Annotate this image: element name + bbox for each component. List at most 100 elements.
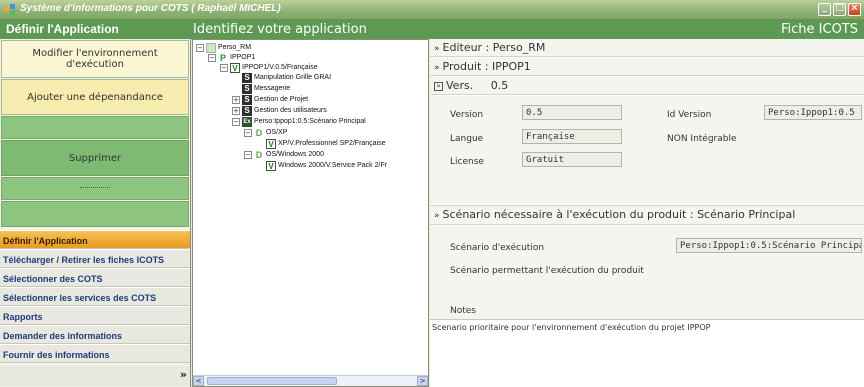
tree-node-label: Perso:Ippop1:0.5:Scénario Principal	[254, 118, 366, 125]
title-bar[interactable]: Système d'informations pour COTS ( Rapha…	[0, 0, 864, 20]
license-field[interactable]: Gratuit	[522, 152, 622, 167]
version-label: Version	[450, 110, 484, 120]
tree-node[interactable]: S Manipulation Grille GRAI	[242, 72, 331, 83]
tree-node-label: OS/Windows 2000	[266, 151, 324, 158]
tree-node-label: IPPOP1	[230, 54, 256, 61]
collapse-icon[interactable]: −	[208, 53, 216, 62]
version-icon: V	[266, 160, 276, 171]
service-icon: S	[242, 83, 252, 94]
expand-icon[interactable]: +	[232, 106, 240, 115]
detail-panel: » Editeur : Perso_RM » Produit : IPPOP1 » V…	[430, 39, 864, 387]
nav-item-define-application[interactable]: Définir l'Application	[0, 230, 190, 249]
dependency-icon: D	[255, 127, 263, 138]
nav-item-provide-info[interactable]: Fournir des informations	[0, 344, 190, 363]
delete-button[interactable]: Supprimer	[1, 140, 189, 176]
scroll-thumb[interactable]	[207, 377, 337, 385]
collapse-icon[interactable]: −	[244, 128, 252, 137]
product-label: Produit : IPPOP1	[442, 60, 531, 73]
scroll-right-icon[interactable]: >	[417, 376, 428, 386]
scenario-exec-label: Scénario d'exécution	[450, 243, 545, 253]
action-slot-empty-1	[1, 116, 189, 139]
scroll-left-icon[interactable]: <	[193, 376, 204, 386]
nav-item-select-services[interactable]: Sélectionner les services des COTS	[0, 287, 190, 306]
application-tree[interactable]: − Perso_RM − P IPPOP1 − V IPPOP1/V.0.5/F…	[192, 39, 429, 387]
scenario-bar-label: Scénario nécessaire à l'exécution du pro…	[442, 208, 796, 221]
tree-node-label: XP/V.Professionnel SP2/Française	[278, 140, 386, 147]
editor-section-bar[interactable]: » Editeur : Perso_RM	[430, 39, 864, 57]
nav-label: Sélectionner les services des COTS	[3, 293, 157, 303]
version-bar-value: 0.5	[490, 79, 509, 92]
version-field[interactable]: 0.5	[522, 105, 622, 120]
maximize-button[interactable]: □	[833, 3, 846, 16]
tree-node[interactable]: − Ex Perso:Ippop1:0.5:Scénario Principal	[232, 116, 366, 127]
tree-node[interactable]: S Messagerie	[242, 83, 290, 94]
tree-node[interactable]: + S Gestion des utilisateurs	[232, 105, 327, 116]
nav-label: Fournir des informations	[3, 350, 110, 360]
scenario-exec-field[interactable]: Perso:Ippop1:0.5:Scénario Principal	[676, 238, 862, 253]
notes-label: Notes	[450, 306, 476, 316]
delete-label: Supprimer	[68, 152, 122, 164]
collapse-icon[interactable]: −	[244, 150, 252, 159]
splitter-grip[interactable]	[80, 187, 110, 190]
card-title: Fiche ICOTS	[781, 22, 858, 37]
integrable-status: NON Intégrable	[667, 134, 737, 144]
minimize-button[interactable]: _	[818, 3, 831, 16]
nav-overflow-button[interactable]: »	[0, 366, 190, 386]
close-button[interactable]: ×	[848, 3, 861, 16]
scenario-section-bar[interactable]: » Scénario nécessaire à l'exécution du pr…	[430, 205, 864, 225]
scenario-fields: Scénario d'exécution Perso:Ippop1:0.5:Sc…	[430, 226, 864, 319]
scenario-allow-label: Scénario permettant l'exécution du produ…	[450, 266, 644, 276]
section-title: Définir l'Application	[6, 22, 119, 36]
close-icon: ×	[850, 3, 859, 13]
version-section-bar[interactable]: » Vers. 0.5	[430, 77, 864, 95]
expand-box-icon: »	[434, 82, 443, 91]
collapse-icon[interactable]: −	[232, 117, 240, 126]
folder-icon	[206, 42, 216, 53]
add-dependency-button[interactable]: Ajouter une dépenandance	[1, 79, 189, 115]
nav-label: Sélectionner des COTS	[3, 274, 103, 284]
nav-item-reports[interactable]: Rapports	[0, 306, 190, 325]
langue-field[interactable]: Française	[522, 129, 622, 144]
nav-item-download-icots[interactable]: Télécharger / Retirer les fiches ICOTS	[0, 249, 190, 268]
minimize-icon: _	[822, 3, 827, 13]
product-icon: P	[219, 52, 226, 63]
nav-label: Télécharger / Retirer les fiches ICOTS	[3, 255, 165, 265]
tree-node[interactable]: V XP/V.Professionnel SP2/Française	[266, 138, 386, 149]
nav-label: Demander des informations	[3, 331, 123, 341]
collapse-chevron-icon: »	[434, 63, 440, 73]
service-icon: S	[242, 72, 252, 83]
scenario-icon: Ex	[242, 116, 252, 127]
license-label: License	[450, 157, 484, 167]
left-panel: Modifier l'environnement d'exécution Ajo…	[0, 39, 191, 387]
notes-textarea[interactable]: Scenario prioritaire pour l'environnemen…	[430, 319, 864, 387]
collapse-icon[interactable]: −	[220, 63, 228, 72]
header-bar: Définir l'Application Identifiez votre a…	[0, 20, 864, 39]
modify-environment-button[interactable]: Modifier l'environnement d'exécution	[1, 40, 189, 78]
maximize-icon: □	[835, 3, 844, 13]
modify-environment-label: Modifier l'environnement d'exécution	[32, 48, 158, 70]
collapse-icon[interactable]: −	[196, 43, 204, 52]
expand-chevron-icon: »	[434, 211, 440, 221]
product-section-bar[interactable]: » Produit : IPPOP1	[430, 58, 864, 76]
app-icon	[4, 4, 15, 15]
nav-label: Définir l'Application	[3, 236, 88, 246]
tree-node-label: Perso_RM	[218, 44, 252, 51]
service-icon: S	[242, 105, 252, 116]
tree-node[interactable]: − D OS/XP	[244, 127, 287, 138]
tree-node[interactable]: + S Gestion de Projet	[232, 94, 308, 105]
nav-item-request-info[interactable]: Demander des informations	[0, 325, 190, 344]
langue-label: Langue	[450, 134, 484, 144]
version-bar-label: Vers.	[446, 79, 474, 92]
nav-item-select-cots[interactable]: Sélectionner des COTS	[0, 268, 190, 287]
service-icon: S	[242, 94, 252, 105]
tree-node[interactable]: V Windows 2000/V.Service Pack 2/Fr	[266, 160, 387, 171]
tree-node-label: IPPOP1/V.0.5/Française	[242, 64, 318, 71]
expand-icon[interactable]: +	[232, 95, 240, 104]
tree-node[interactable]: − D OS/Windows 2000	[244, 149, 324, 160]
id-version-field[interactable]: Perso:Ippop1:0.5	[764, 105, 862, 120]
page-title: Identifiez votre application	[193, 22, 367, 37]
window-title: Système d'informations pour COTS ( Rapha…	[20, 3, 281, 14]
dependency-icon: D	[255, 149, 263, 160]
tree-horizontal-scrollbar[interactable]: < >	[193, 375, 428, 386]
version-icon: V	[230, 62, 240, 73]
